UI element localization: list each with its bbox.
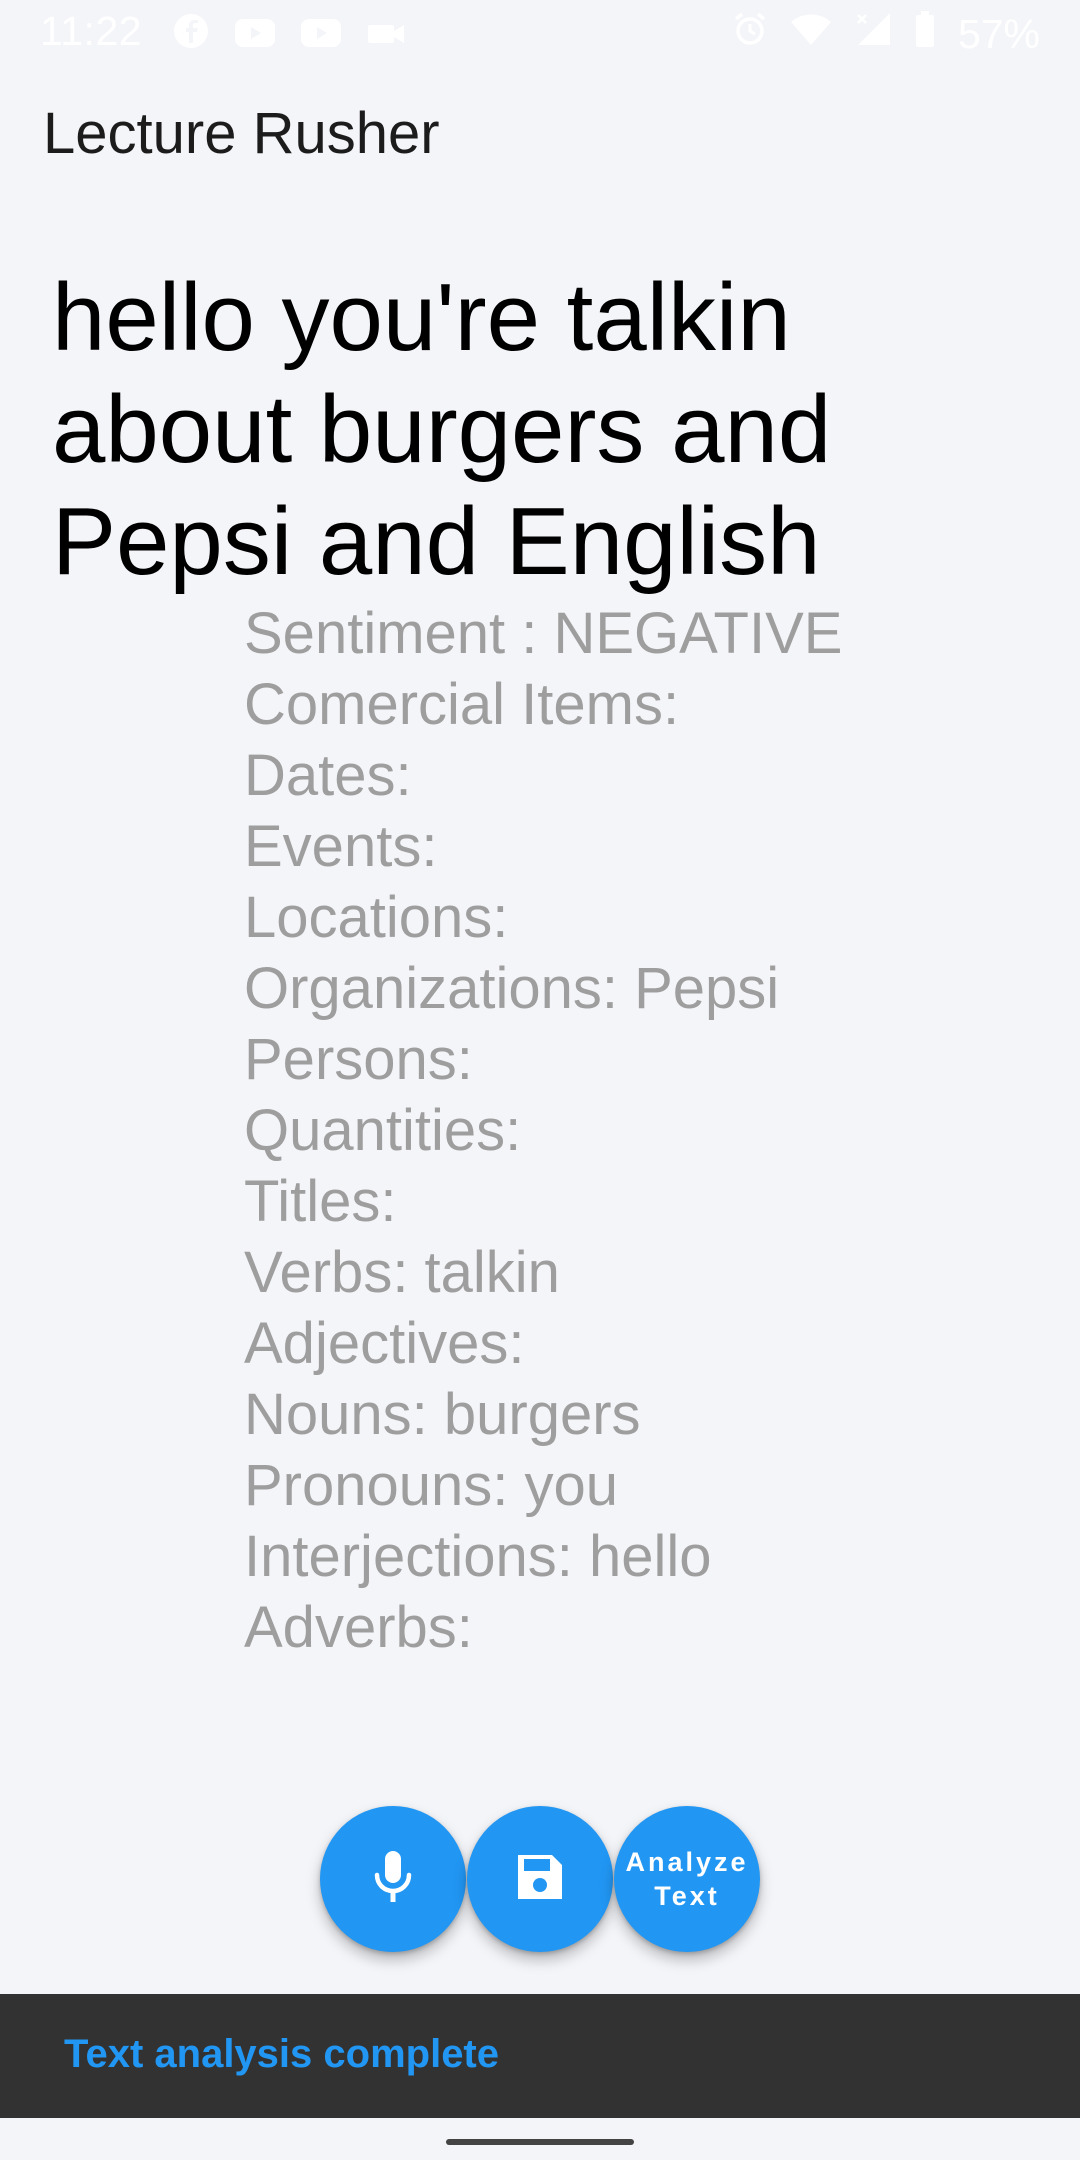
status-bar: 11:22 57% <box>0 0 1080 62</box>
snackbar-message: Text analysis complete <box>64 2032 499 2076</box>
analysis-interjections: Interjections: hello <box>244 1524 712 1589</box>
analysis-results: Sentiment : NEGATIVE Comercial Items: Da… <box>244 598 1044 1663</box>
analyze-text-label: Analyze Text <box>625 1847 749 1911</box>
youtube-icon <box>300 14 342 59</box>
analysis-commercial-items: Comercial Items: <box>244 672 680 737</box>
analysis-pronouns: Pronouns: you <box>244 1453 619 1518</box>
analysis-quantities: Quantities: <box>244 1098 522 1163</box>
battery-icon <box>914 10 936 58</box>
microphone-icon <box>369 1849 417 1910</box>
facebook-icon <box>172 12 210 60</box>
analysis-adverbs: Adverbs: <box>244 1595 473 1660</box>
notification-icons <box>172 12 406 60</box>
app-screen: 11:22 57% Lecture Rusher hello you're ta… <box>0 0 1080 2160</box>
analysis-persons: Persons: <box>244 1027 473 1092</box>
youtube-icon <box>234 14 276 59</box>
battery-percent: 57% <box>957 10 1040 57</box>
floppy-disk-icon <box>514 1851 566 1908</box>
analysis-sentiment: Sentiment : NEGATIVE <box>244 601 843 666</box>
snackbar: Text analysis complete <box>0 1994 1080 2118</box>
system-icons: 57% <box>732 10 1040 58</box>
analysis-dates: Dates: <box>244 743 412 808</box>
record-button[interactable] <box>320 1806 466 1952</box>
analysis-events: Events: <box>244 814 438 879</box>
gesture-nav-handle[interactable] <box>446 2139 634 2145</box>
analysis-locations: Locations: <box>244 885 509 950</box>
app-title: Lecture Rusher <box>43 101 440 166</box>
analysis-adjectives: Adjectives: <box>244 1311 525 1376</box>
video-camera-icon <box>366 14 406 59</box>
analysis-nouns: Nouns: burgers <box>244 1382 641 1447</box>
analysis-verbs: Verbs: talkin <box>244 1240 560 1305</box>
analyze-text-button[interactable]: Analyze Text <box>614 1806 760 1952</box>
transcript-text: hello you're talkin about burgers and Pe… <box>52 264 832 595</box>
save-button[interactable] <box>467 1806 613 1952</box>
analysis-titles: Titles: <box>244 1169 397 1234</box>
analysis-organizations: Organizations: Pepsi <box>244 956 780 1021</box>
wifi-icon <box>790 12 832 57</box>
alarm-icon <box>732 11 768 57</box>
signal-icon <box>854 11 892 57</box>
status-time: 11:22 <box>40 8 143 54</box>
